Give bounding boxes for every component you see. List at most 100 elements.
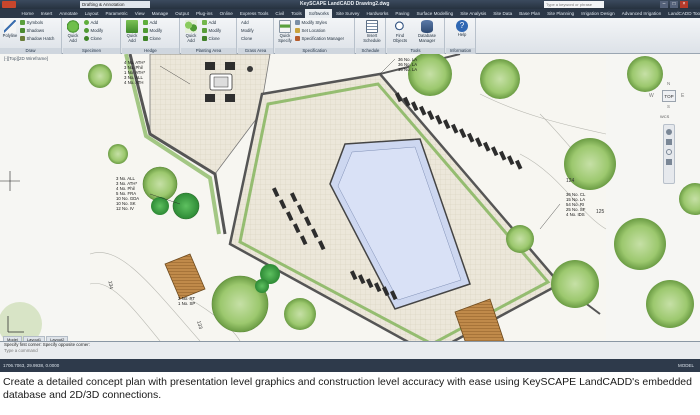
tab-site-data[interactable]: Site Data: [490, 9, 516, 18]
maximize-icon[interactable]: □: [670, 1, 678, 8]
wcs-menu[interactable]: WCS: [660, 114, 669, 119]
plant-label[interactable]: 12 No. IV: [116, 206, 139, 211]
close-icon[interactable]: ×: [680, 1, 688, 8]
grass-add-button[interactable]: Add: [241, 20, 249, 25]
tab-irrigation-design[interactable]: Irrigation Design: [578, 9, 618, 18]
tab-site-planning[interactable]: Site Planning: [544, 9, 578, 18]
zoom-icon[interactable]: [666, 139, 672, 145]
view-cube-east[interactable]: E: [681, 93, 684, 99]
panel-information: ? Help Information: [446, 18, 476, 54]
workspace-selector[interactable]: Drafting & Annotation: [80, 1, 150, 8]
manager-icon: [295, 36, 300, 41]
panel-specification: Quick Specify Modify Styles Set Location…: [275, 18, 355, 54]
specification-manager-button[interactable]: Specification Manager: [295, 36, 344, 41]
tab-civil[interactable]: Civil: [272, 9, 288, 18]
grass-modify-button[interactable]: Modify: [241, 28, 254, 33]
panel-specimen: Quick Add Add Modify Clone Specimen: [63, 18, 121, 54]
tab-plug-ins[interactable]: Plug-ins: [192, 9, 216, 18]
tab-paving[interactable]: Paving: [392, 9, 413, 18]
plant-label[interactable]: 15 No. LA: [398, 67, 417, 72]
planting-modify-button[interactable]: Modify: [202, 28, 221, 33]
tab-tools[interactable]: Tools: [288, 9, 306, 18]
view-cube-top[interactable]: TOP: [662, 90, 676, 102]
view-cube-north[interactable]: N: [667, 81, 670, 86]
drawing-viewport[interactable]: 4 No. ATH* 3 No. Phil 1 No. ATH* 3 No. ALL 4…: [0, 54, 700, 341]
panel-planting-area: Quick Add Add Modify Clone Planting Area: [181, 18, 237, 54]
view-cube-south[interactable]: S: [667, 104, 670, 109]
showmotion-icon[interactable]: [666, 159, 672, 165]
quick-specify-button[interactable]: Quick Specify: [277, 20, 293, 43]
help-icon: ?: [456, 20, 468, 32]
orbit-icon[interactable]: [666, 149, 672, 155]
tab-site-analysis[interactable]: Site Analysis: [457, 9, 490, 18]
tab-home[interactable]: Home: [18, 9, 37, 18]
tab-view[interactable]: View: [131, 9, 148, 18]
planting-clone-button[interactable]: Clone: [202, 36, 220, 41]
hedge-clone-button[interactable]: Clone: [143, 36, 161, 41]
application-menu-button[interactable]: [2, 1, 16, 8]
view-cube[interactable]: TOP N S W E WCS: [649, 81, 684, 119]
cursor-crosshair: [0, 171, 20, 191]
plant-labels-mid: 3 No. ALL 3 No. ATH* 4 No. Phil 5 No. FRA 10…: [116, 176, 139, 211]
add-planting-icon: [202, 20, 207, 25]
specimen-add-button[interactable]: Add: [84, 20, 98, 25]
tab-express-tools[interactable]: Express Tools: [236, 9, 272, 18]
model-space-toggle[interactable]: MODEL: [678, 359, 694, 372]
ribbon: Polyline Symbols Shadows Shadow Hatch Dr…: [0, 18, 700, 54]
tab-landcadd-tools[interactable]: LandCADD Tools: [665, 9, 700, 18]
find-objects-button[interactable]: Find Objects: [389, 20, 411, 43]
tab-hardworks[interactable]: Hardworks: [363, 9, 392, 18]
tab-base-plan[interactable]: Base Plan: [516, 9, 544, 18]
tab-output[interactable]: Output: [172, 9, 193, 18]
hedge-quick-add-button[interactable]: Quick Add: [124, 20, 140, 43]
command-input[interactable]: Type a command: [0, 348, 700, 354]
hedge-add-button[interactable]: Add: [143, 20, 157, 25]
modify-planting-icon: [202, 28, 207, 33]
pan-icon[interactable]: [666, 129, 672, 135]
specimen-quick-add-button[interactable]: Quick Add: [65, 20, 81, 43]
search-input[interactable]: Type a keyword or phrase: [544, 1, 604, 8]
polyline-icon: [4, 20, 16, 33]
symbols-button[interactable]: Symbols: [20, 20, 43, 25]
viewport-controls-label[interactable]: [-][Top][2D Wireframe]: [4, 56, 48, 61]
grass-clone-button[interactable]: Clone: [241, 36, 252, 41]
tab-online[interactable]: Online: [216, 9, 236, 18]
view-cube-west[interactable]: W: [649, 93, 654, 99]
tab-layout[interactable]: Layout: [81, 9, 102, 18]
help-button[interactable]: ? Help: [453, 20, 471, 38]
plant-label[interactable]: 4 No. IDS: [566, 212, 585, 217]
tab-parametric[interactable]: Parametric: [102, 9, 131, 18]
plant-label[interactable]: 4 No. ATH: [124, 80, 145, 85]
planting-add-button[interactable]: Add: [202, 20, 216, 25]
polyline-button[interactable]: Polyline: [2, 20, 18, 39]
command-line[interactable]: Specify first corner: Specify opposite c…: [0, 341, 700, 359]
modify-styles-button[interactable]: Modify Styles: [295, 20, 327, 25]
shadow-hatch-button[interactable]: Shadow Hatch: [20, 36, 54, 41]
tab-insert[interactable]: Insert: [37, 9, 56, 18]
title-bar: Drafting & Annotation KeySCAPE LandCADD …: [0, 0, 700, 9]
minimize-icon[interactable]: –: [660, 1, 668, 8]
styles-icon: [295, 20, 300, 25]
tab-surface-modelling[interactable]: Surface Modelling: [413, 9, 457, 18]
plant-label[interactable]: 1 No. SP: [178, 301, 195, 306]
caption: Create a detailed concept plan with pres…: [3, 376, 692, 401]
modify-tree-icon: [84, 28, 89, 33]
tab-softworks[interactable]: Softworks: [305, 9, 333, 18]
tab-site-survey[interactable]: Site Survey: [332, 9, 363, 18]
tab-advanced-irrigation[interactable]: Advanced Irrigation: [618, 9, 665, 18]
location-icon: [295, 28, 300, 33]
tab-annotate[interactable]: Annotate: [56, 9, 81, 18]
coordinates-readout: 1706.7063, 29.9938, 0.0000: [3, 363, 60, 368]
navigation-bar[interactable]: [663, 124, 675, 184]
shadows-button[interactable]: Shadows: [20, 28, 44, 33]
database-manager-button[interactable]: Database Manager: [413, 20, 441, 43]
tree-icon: [67, 20, 79, 33]
set-location-button[interactable]: Set Location: [295, 28, 325, 33]
planting-quick-add-button[interactable]: Quick Add: [183, 20, 199, 43]
specimen-clone-button[interactable]: Clone: [84, 36, 102, 41]
hedge-modify-button[interactable]: Modify: [143, 28, 162, 33]
specimen-modify-button[interactable]: Modify: [84, 28, 103, 33]
tab-manage[interactable]: Manage: [148, 9, 172, 18]
insert-schedule-button[interactable]: Insert Schedule: [363, 20, 381, 43]
contour-label-134: 134: [106, 280, 114, 290]
